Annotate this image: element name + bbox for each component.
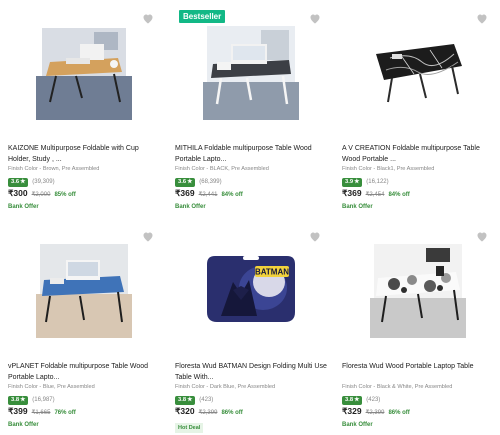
rating-badge: 3.6 ★ — [175, 177, 196, 187]
heart-icon[interactable] — [476, 13, 488, 24]
product-title[interactable]: vPLANET Foldable multipurpose Table Wood… — [8, 361, 160, 383]
price: ₹369 — [175, 188, 195, 198]
rating-row: 3.9 ★ (16,122) — [342, 177, 389, 187]
product-finish: Finish Color - Black & White, Pre Assemb… — [342, 384, 453, 390]
product-image[interactable] — [36, 242, 132, 338]
mrp: ₹2,399 — [198, 410, 218, 416]
rating-row: 3.8 ★ (423) — [342, 395, 380, 405]
rating-row: 3.6 ★ (68,399) — [175, 177, 222, 187]
price-row: ₹300 ₹2,000 85% off — [8, 188, 76, 200]
mrp: ₹2,441 — [198, 192, 218, 198]
product-image[interactable] — [203, 24, 299, 120]
mrp: ₹2,000 — [31, 192, 51, 198]
review-count: (16,122) — [366, 179, 389, 185]
product-title[interactable]: Floresta Wud BATMAN Design Folding Multi… — [175, 361, 327, 383]
price: ₹329 — [342, 406, 362, 416]
review-count: (68,399) — [199, 179, 222, 185]
rating-value: 3.9 — [345, 178, 354, 185]
mrp: ₹2,399 — [365, 410, 385, 416]
discount: 86% off — [388, 410, 410, 416]
mrp: ₹2,454 — [365, 192, 385, 198]
discount: 84% off — [221, 192, 243, 198]
heart-icon[interactable] — [309, 231, 321, 242]
heart-icon[interactable] — [309, 13, 321, 24]
batman-logo-text: BATMAN — [255, 268, 289, 277]
product-finish: Finish Color - Black1, Pre Assembled — [342, 166, 435, 172]
bank-offer: Bank Offer — [175, 204, 206, 210]
price-row: ₹369 ₹2,454 84% off — [342, 188, 410, 200]
discount: 84% off — [388, 192, 410, 198]
star-icon: ★ — [20, 178, 26, 185]
review-count: (423) — [199, 397, 214, 403]
star-icon: ★ — [187, 396, 193, 403]
product-card[interactable]: BATMAN Floresta Wud BATMAN Design Foldin… — [167, 218, 333, 435]
product-finish: Finish Color - Blue, Pre Assembled — [8, 384, 95, 390]
price: ₹300 — [8, 188, 28, 198]
price-row: ₹329 ₹2,399 86% off — [342, 406, 410, 418]
bank-offer: Bank Offer — [342, 204, 373, 210]
heart-icon[interactable] — [142, 13, 154, 24]
product-finish: Finish Color - BLACK, Pre Assembled — [175, 166, 269, 172]
product-image[interactable] — [370, 242, 466, 338]
heart-icon[interactable] — [476, 231, 488, 242]
rating-badge: 3.9 ★ — [342, 177, 363, 187]
product-card[interactable]: A V CREATION Foldable multipurpose Table… — [334, 0, 500, 217]
product-image[interactable] — [36, 24, 132, 120]
discount: 85% off — [54, 192, 76, 198]
product-finish: Finish Color - Dark Blue, Pre Assembled — [175, 384, 276, 390]
product-finish: Finish Color - Brown, Pre Assembled — [8, 166, 100, 172]
product-image[interactable]: BATMAN — [203, 242, 299, 338]
review-count: (39,309) — [32, 179, 55, 185]
product-title[interactable]: MITHILA Foldable multipurpose Table Wood… — [175, 143, 327, 165]
rating-badge: 3.6 ★ — [8, 177, 29, 187]
star-icon: ★ — [187, 178, 193, 185]
price-row: ₹320 ₹2,399 86% off — [175, 406, 243, 418]
star-icon: ★ — [20, 396, 26, 403]
mrp: ₹1,665 — [31, 410, 51, 416]
rating-value: 3.8 — [345, 396, 354, 403]
rating-badge: 3.8 ★ — [8, 395, 29, 405]
product-card[interactable]: vPLANET Foldable multipurpose Table Wood… — [0, 218, 166, 435]
discount: 86% off — [221, 410, 243, 416]
rating-badge: 3.8 ★ — [175, 395, 196, 405]
rating-row: 3.8 ★ (423) — [175, 395, 213, 405]
product-image[interactable] — [370, 24, 466, 120]
bank-offer: Bank Offer — [8, 204, 39, 210]
rating-value: 3.8 — [11, 396, 20, 403]
hot-deal-badge: Hot Deal — [175, 423, 204, 433]
star-icon: ★ — [354, 396, 360, 403]
product-title[interactable]: KAIZONE Multipurpose Foldable with Cup H… — [8, 143, 160, 165]
rating-value: 3.6 — [178, 178, 187, 185]
price: ₹369 — [342, 188, 362, 198]
product-title[interactable]: A V CREATION Foldable multipurpose Table… — [342, 143, 494, 165]
product-card[interactable]: Bestseller MITHILA Foldable multipurpose… — [167, 0, 333, 217]
heart-icon[interactable] — [142, 231, 154, 242]
product-card[interactable]: Floresta Wud Wood Portable Laptop Table … — [334, 218, 500, 435]
price: ₹320 — [175, 406, 195, 416]
discount: 76% off — [54, 410, 76, 416]
rating-value: 3.6 — [11, 178, 20, 185]
review-count: (16,987) — [32, 397, 55, 403]
rating-badge: 3.8 ★ — [342, 395, 363, 405]
rating-row: 3.8 ★ (16,987) — [8, 395, 55, 405]
product-title[interactable]: Floresta Wud Wood Portable Laptop Table — [342, 361, 494, 372]
price: ₹399 — [8, 406, 28, 416]
bestseller-badge: Bestseller — [179, 10, 226, 23]
price-row: ₹399 ₹1,665 76% off — [8, 406, 76, 418]
rating-value: 3.8 — [178, 396, 187, 403]
review-count: (423) — [366, 397, 381, 403]
rating-row: 3.6 ★ (39,309) — [8, 177, 55, 187]
bank-offer: Bank Offer — [8, 422, 39, 428]
bank-offer: Bank Offer — [342, 422, 373, 428]
star-icon: ★ — [354, 178, 360, 185]
product-grid: KAIZONE Multipurpose Foldable with Cup H… — [0, 0, 500, 435]
product-card[interactable]: KAIZONE Multipurpose Foldable with Cup H… — [0, 0, 166, 217]
price-row: ₹369 ₹2,441 84% off — [175, 188, 243, 200]
